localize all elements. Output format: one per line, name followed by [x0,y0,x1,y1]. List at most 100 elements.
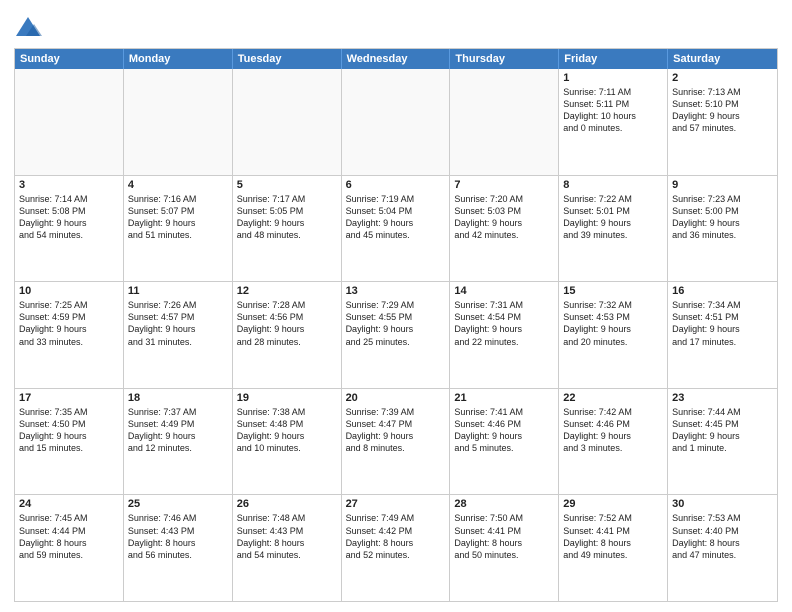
header-cell-tuesday: Tuesday [233,49,342,69]
day-info: Sunrise: 7:29 AM Sunset: 4:55 PM Dayligh… [346,299,446,348]
calendar-header: SundayMondayTuesdayWednesdayThursdayFrid… [15,49,777,69]
day-cell-21: 21Sunrise: 7:41 AM Sunset: 4:46 PM Dayli… [450,389,559,495]
day-cell-26: 26 Sunrise: 7:48 AM Sunset: 4:43 PM Dayli… [233,495,342,601]
day-info: Sunrise: 7:14 AM Sunset: 5:08 PM Dayligh… [19,193,119,242]
calendar-row-1: 3 Sunrise: 7:14 AM Sunset: 5:08 PM Daylig… [15,175,777,282]
day-cell-9: 9 Sunrise: 7:23 AM Sunset: 5:00 PM Daylig… [668,176,777,282]
header-cell-thursday: Thursday [450,49,559,69]
day-info: Sunrise: 7:34 AM Sunset: 4:51 PM Dayligh… [672,299,773,348]
day-info: Sunrise: 7:13 AM Sunset: 5:10 PM Dayligh… [672,86,773,135]
day-info: Sunrise: 7:28 AM Sunset: 4:56 PM Dayligh… [237,299,337,348]
day-info: Sunrise: 7:17 AM Sunset: 5:05 PM Dayligh… [237,193,337,242]
day-info: Sunrise: 7:45 AM Sunset: 4:44 PM Dayligh… [19,512,119,561]
day-number: 16 [672,285,773,297]
day-info: Sunrise: 7:50 AM Sunset: 4:41 PM Dayligh… [454,512,554,561]
day-info: Sunrise: 7:19 AM Sunset: 5:04 PM Dayligh… [346,193,446,242]
day-info: Sunrise: 7:37 AM Sunset: 4:49 PM Dayligh… [128,406,228,455]
day-number: 18 [128,392,228,404]
calendar-row-3: 17 Sunrise: 7:35 AM Sunset: 4:50 PM Dayli… [15,388,777,495]
calendar-row-2: 10 Sunrise: 7:25 AM Sunset: 4:59 PM Dayli… [15,281,777,388]
day-info: Sunrise: 7:32 AM Sunset: 4:53 PM Dayligh… [563,299,663,348]
day-info: Sunrise: 7:48 AM Sunset: 4:43 PM Dayligh… [237,512,337,561]
day-cell-16: 16 Sunrise: 7:34 AM Sunset: 4:51 PM Dayli… [668,282,777,388]
day-info: Sunrise: 7:49 AM Sunset: 4:42 PM Dayligh… [346,512,446,561]
day-number: 5 [237,179,337,191]
day-info: Sunrise: 7:42 AM Sunset: 4:46 PM Dayligh… [563,406,663,455]
day-number: 8 [563,179,663,191]
day-number: 20 [346,392,446,404]
empty-cell [342,69,451,175]
header-cell-saturday: Saturday [668,49,777,69]
day-number: 19 [237,392,337,404]
day-number: 6 [346,179,446,191]
day-number: 14 [454,285,554,297]
day-cell-1: 1 Sunrise: 7:11 AM Sunset: 5:11 PM Daylig… [559,69,668,175]
top-section [14,10,778,42]
day-info: Sunrise: 7:38 AM Sunset: 4:48 PM Dayligh… [237,406,337,455]
day-cell-17: 17 Sunrise: 7:35 AM Sunset: 4:50 PM Dayli… [15,389,124,495]
day-number: 28 [454,498,554,510]
day-number: 17 [19,392,119,404]
day-cell-12: 12 Sunrise: 7:28 AM Sunset: 4:56 PM Dayli… [233,282,342,388]
calendar-body: 1 Sunrise: 7:11 AM Sunset: 5:11 PM Daylig… [15,69,777,601]
day-cell-15: 15Sunrise: 7:32 AM Sunset: 4:53 PM Dayli… [559,282,668,388]
day-cell-22: 22 Sunrise: 7:42 AM Sunset: 4:46 PM Dayli… [559,389,668,495]
calendar: SundayMondayTuesdayWednesdayThursdayFrid… [14,48,778,602]
day-cell-8: 8 Sunrise: 7:22 AM Sunset: 5:01 PM Daylig… [559,176,668,282]
day-cell-11: 11Sunrise: 7:26 AM Sunset: 4:57 PM Dayli… [124,282,233,388]
day-number: 24 [19,498,119,510]
day-number: 29 [563,498,663,510]
day-info: Sunrise: 7:25 AM Sunset: 4:59 PM Dayligh… [19,299,119,348]
day-number: 7 [454,179,554,191]
day-cell-30: 30 Sunrise: 7:53 AM Sunset: 4:40 PM Dayli… [668,495,777,601]
day-info: Sunrise: 7:46 AM Sunset: 4:43 PM Dayligh… [128,512,228,561]
day-number: 10 [19,285,119,297]
day-info: Sunrise: 7:11 AM Sunset: 5:11 PM Dayligh… [563,86,663,135]
day-info: Sunrise: 7:23 AM Sunset: 5:00 PM Dayligh… [672,193,773,242]
logo [14,14,46,42]
day-info: Sunrise: 7:39 AM Sunset: 4:47 PM Dayligh… [346,406,446,455]
day-cell-27: 27 Sunrise: 7:49 AM Sunset: 4:42 PM Dayli… [342,495,451,601]
day-cell-5: 5 Sunrise: 7:17 AM Sunset: 5:05 PM Daylig… [233,176,342,282]
day-cell-10: 10 Sunrise: 7:25 AM Sunset: 4:59 PM Dayli… [15,282,124,388]
logo-icon [14,14,42,42]
day-number: 23 [672,392,773,404]
day-info: Sunrise: 7:35 AM Sunset: 4:50 PM Dayligh… [19,406,119,455]
day-info: Sunrise: 7:20 AM Sunset: 5:03 PM Dayligh… [454,193,554,242]
day-cell-20: 20 Sunrise: 7:39 AM Sunset: 4:47 PM Dayli… [342,389,451,495]
day-cell-25: 25 Sunrise: 7:46 AM Sunset: 4:43 PM Dayli… [124,495,233,601]
day-cell-29: 29 Sunrise: 7:52 AM Sunset: 4:41 PM Dayli… [559,495,668,601]
day-info: Sunrise: 7:22 AM Sunset: 5:01 PM Dayligh… [563,193,663,242]
day-number: 9 [672,179,773,191]
day-info: Sunrise: 7:52 AM Sunset: 4:41 PM Dayligh… [563,512,663,561]
header-cell-sunday: Sunday [15,49,124,69]
day-info: Sunrise: 7:44 AM Sunset: 4:45 PM Dayligh… [672,406,773,455]
day-number: 2 [672,72,773,84]
empty-cell [450,69,559,175]
day-number: 3 [19,179,119,191]
day-info: Sunrise: 7:31 AM Sunset: 4:54 PM Dayligh… [454,299,554,348]
day-cell-4: 4Sunrise: 7:16 AM Sunset: 5:07 PM Daylig… [124,176,233,282]
calendar-row-4: 24 Sunrise: 7:45 AM Sunset: 4:44 PM Dayli… [15,494,777,601]
day-number: 30 [672,498,773,510]
day-number: 22 [563,392,663,404]
day-cell-2: 2 Sunrise: 7:13 AM Sunset: 5:10 PM Daylig… [668,69,777,175]
day-info: Sunrise: 7:53 AM Sunset: 4:40 PM Dayligh… [672,512,773,561]
day-number: 26 [237,498,337,510]
day-cell-24: 24 Sunrise: 7:45 AM Sunset: 4:44 PM Dayli… [15,495,124,601]
day-number: 12 [237,285,337,297]
header-cell-monday: Monday [124,49,233,69]
calendar-row-0: 1 Sunrise: 7:11 AM Sunset: 5:11 PM Daylig… [15,69,777,175]
header-cell-wednesday: Wednesday [342,49,451,69]
day-info: Sunrise: 7:26 AM Sunset: 4:57 PM Dayligh… [128,299,228,348]
day-info: Sunrise: 7:16 AM Sunset: 5:07 PM Dayligh… [128,193,228,242]
day-number: 25 [128,498,228,510]
day-number: 27 [346,498,446,510]
header-cell-friday: Friday [559,49,668,69]
day-number: 1 [563,72,663,84]
day-cell-14: 14 Sunrise: 7:31 AM Sunset: 4:54 PM Dayli… [450,282,559,388]
day-number: 21 [454,392,554,404]
empty-cell [233,69,342,175]
day-cell-19: 19 Sunrise: 7:38 AM Sunset: 4:48 PM Dayli… [233,389,342,495]
day-cell-18: 18 Sunrise: 7:37 AM Sunset: 4:49 PM Dayli… [124,389,233,495]
